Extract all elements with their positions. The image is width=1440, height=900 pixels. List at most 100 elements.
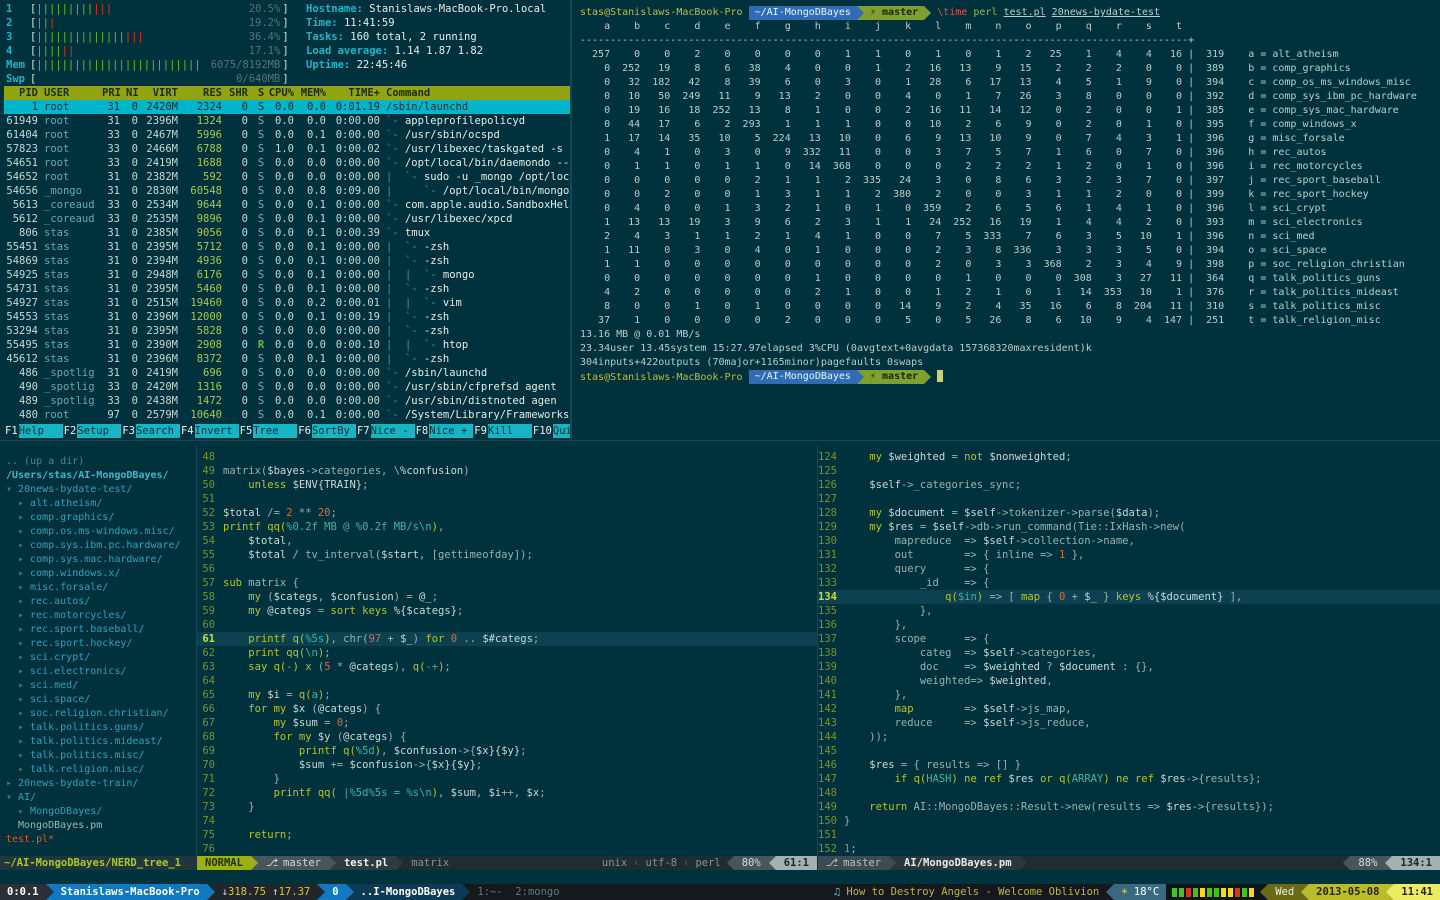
code-line[interactable]: 57sub matrix { <box>197 576 817 590</box>
code-line[interactable]: 142 map => $self->js_map, <box>818 702 1440 716</box>
column-header-command[interactable]: Command <box>386 86 570 100</box>
tree-item[interactable]: ▸ 20news-bydate-train/ <box>0 777 196 791</box>
process-row[interactable]: 490_spotlig3302420M13160S0.00.00:00.00`-… <box>4 380 570 394</box>
chevron-right-icon[interactable]: ▸ <box>18 638 30 649</box>
tree-item[interactable]: ▸ rec.motorcycles/ <box>0 609 196 623</box>
tmux-other-windows[interactable]: 1:~- 2:mongo <box>470 884 566 900</box>
chevron-right-icon[interactable]: ▸ <box>18 526 30 537</box>
tree-item[interactable]: ▸ comp.os.ms-windows.misc/ <box>0 525 196 539</box>
fkey-tree[interactable]: F5Tree <box>239 424 298 438</box>
code-line[interactable]: 62 print qq(\n); <box>197 646 817 660</box>
process-row[interactable]: 54652root3102382M5920S0.00.00:00.00| `- … <box>4 170 570 184</box>
nerdtree-pane[interactable]: .. (up a dir)/Users/stas/AI-MongoDBayes/… <box>0 445 196 856</box>
shell-pane[interactable]: stas@Stanislaws-MacBook-Pro ~/AI-MongoDB… <box>572 0 1440 438</box>
tree-item[interactable]: test.pl* <box>0 833 196 847</box>
chevron-right-icon[interactable]: ▸ <box>18 694 30 705</box>
chevron-right-icon[interactable]: ▸ <box>18 498 30 509</box>
code-line[interactable]: 150} <box>818 814 1440 828</box>
chevron-right-icon[interactable]: ▸ <box>18 736 30 747</box>
code-line[interactable]: 124 my $weighted = not $nonweighted; <box>818 450 1440 464</box>
code-line[interactable]: 133 _id => { <box>818 576 1440 590</box>
column-header-cpu[interactable]: CPU% <box>268 86 300 100</box>
tree-item[interactable]: ▸ soc.religion.christian/ <box>0 707 196 721</box>
code-line[interactable]: 139 doc => $weighted ? $document : {}, <box>818 660 1440 674</box>
code-line[interactable]: 59 my @categs = sort keys %{$categs}; <box>197 604 817 618</box>
process-row[interactable]: 54651root3302419M16880S0.00.00:00.00`- /… <box>4 156 570 170</box>
fkey-quit[interactable]: F10Quit <box>532 424 570 438</box>
code-line[interactable]: 72 printf qq( |%5d%5s = %s\n), $sum, $i+… <box>197 786 817 800</box>
tree-item[interactable]: ▸ alt.atheism/ <box>0 497 196 511</box>
tree-item[interactable]: ▸ sci.med/ <box>0 679 196 693</box>
code-line[interactable]: 73 } <box>197 800 817 814</box>
code-line[interactable]: 141 }, <box>818 688 1440 702</box>
code-line[interactable]: 48 <box>197 450 817 464</box>
code-line[interactable]: 50 unless $ENV{TRAIN}; <box>197 478 817 492</box>
code-line[interactable]: 138 categ => $self->categories, <box>818 646 1440 660</box>
code-line[interactable]: 126 $self->_categories_sync; <box>818 478 1440 492</box>
pane-border-horizontal[interactable] <box>0 440 1440 441</box>
process-row[interactable]: 5613_coreaud3302534M96440S0.00.10:00.00`… <box>4 198 570 212</box>
code-line[interactable]: 144 )); <box>818 730 1440 744</box>
code-line[interactable]: 58 my ($categs, $confusion) = @_; <box>197 590 817 604</box>
code-line[interactable]: 63 say q(-) x (5 * @categs), q(-+); <box>197 660 817 674</box>
htop-pane[interactable]: 1[||||||||||||20.5%]2[|||19.2%]3[|||||||… <box>0 0 570 438</box>
chevron-right-icon[interactable]: ▸ <box>18 722 30 733</box>
tree-item[interactable]: /Users/stas/AI-MongoDBayes/ <box>0 469 196 483</box>
code-line[interactable]: 125 <box>818 464 1440 478</box>
tree-item[interactable]: ▸ rec.autos/ <box>0 595 196 609</box>
code-line[interactable]: 64 <box>197 674 817 688</box>
code-line[interactable]: 74 <box>197 814 817 828</box>
fkey-nice[interactable]: F8Nice + <box>415 424 474 438</box>
tree-item[interactable]: ▸ talk.politics.misc/ <box>0 749 196 763</box>
column-header-shr[interactable]: SHR <box>228 86 254 100</box>
fkey-search[interactable]: F3Search <box>121 424 180 438</box>
process-row[interactable]: 486_spotlig3102419M6960S0.00.00:00.00`- … <box>4 366 570 380</box>
code-line[interactable]: 146 $res = { results => [] } <box>818 758 1440 772</box>
process-row[interactable]: 54731stas3102395M54600S0.00.10:00.00| `-… <box>4 282 570 296</box>
process-row[interactable]: 480root9702579M106400S0.00.10:00.00`- /S… <box>4 408 570 422</box>
editor-mongodbayes-pm[interactable]: 124 my $weighted = not $nonweighted;1251… <box>818 445 1440 856</box>
process-row[interactable]: 55495stas3102390M29080R0.00.00:00.10| | … <box>4 338 570 352</box>
code-line[interactable]: 147 if q(HASH) ne ref $res or q(ARRAY) n… <box>818 772 1440 786</box>
vim-commandline[interactable] <box>0 870 1440 884</box>
fkey-invert[interactable]: F4Invert <box>180 424 239 438</box>
code-line[interactable]: 143 reduce => $self->js_reduce, <box>818 716 1440 730</box>
chevron-down-icon[interactable]: ▾ <box>6 792 18 803</box>
code-line[interactable]: 131 out => { inline => 1 }, <box>818 548 1440 562</box>
fkey-kill[interactable]: F9Kill <box>473 424 532 438</box>
editor-test-pl[interactable]: 4849matrix($bayes->categories, \%confusi… <box>197 445 817 856</box>
code-line[interactable]: 56 <box>197 562 817 576</box>
process-row[interactable]: 54927stas3102515M194600S0.00.20:00.01| |… <box>4 296 570 310</box>
code-line[interactable]: 127 <box>818 492 1440 506</box>
code-line[interactable]: 149 return AI::MongoDBayes::Result->new(… <box>818 800 1440 814</box>
code-line[interactable]: 66 for my $x (@categs) { <box>197 702 817 716</box>
chevron-right-icon[interactable]: ▸ <box>18 750 30 761</box>
chevron-right-icon[interactable]: ▸ <box>18 708 30 719</box>
chevron-right-icon[interactable]: ▸ <box>18 568 30 579</box>
chevron-right-icon[interactable]: ▸ <box>18 554 30 565</box>
code-line[interactable]: 140 weighted=> $weighted, <box>818 674 1440 688</box>
column-header-user[interactable]: USER <box>44 86 102 100</box>
code-line[interactable]: 129 my $res = $self->db->run_command(Tie… <box>818 520 1440 534</box>
fkey-nice[interactable]: F7Nice - <box>356 424 415 438</box>
shell-prompt[interactable]: stas@Stanislaws-MacBook-Pro ~/AI-MongoDB… <box>580 370 1436 384</box>
tree-item[interactable]: ▸ MongoDBayes/ <box>0 805 196 819</box>
process-row[interactable]: 54869stas3102394M49360S0.00.10:00.00| `-… <box>4 254 570 268</box>
code-line[interactable]: 145 <box>818 744 1440 758</box>
chevron-right-icon[interactable]: ▸ <box>18 540 30 551</box>
fkey-sortby[interactable]: F6SortBy <box>297 424 356 438</box>
column-header-time[interactable]: TIME+ <box>332 86 386 100</box>
code-line[interactable]: 137 scope => { <box>818 632 1440 646</box>
code-line[interactable]: 1521; <box>818 842 1440 856</box>
tree-item[interactable]: ▸ misc.forsale/ <box>0 581 196 595</box>
code-line[interactable]: 76 <box>197 842 817 856</box>
tree-item[interactable]: ▸ sci.space/ <box>0 693 196 707</box>
chevron-right-icon[interactable]: ▸ <box>18 582 30 593</box>
chevron-right-icon[interactable]: ▸ <box>18 596 30 607</box>
code-line[interactable]: 67 my $sum = 0; <box>197 716 817 730</box>
process-row[interactable]: 54656_mongo3102830M605480S0.00.80:09.00|… <box>4 184 570 198</box>
process-row[interactable]: 1root3102420M23240S0.00.00:01.19/sbin/la… <box>4 100 570 114</box>
chevron-right-icon[interactable]: ▸ <box>18 652 30 663</box>
tree-item[interactable]: ▸ sci.crypt/ <box>0 651 196 665</box>
chevron-right-icon[interactable]: ▸ <box>18 624 30 635</box>
